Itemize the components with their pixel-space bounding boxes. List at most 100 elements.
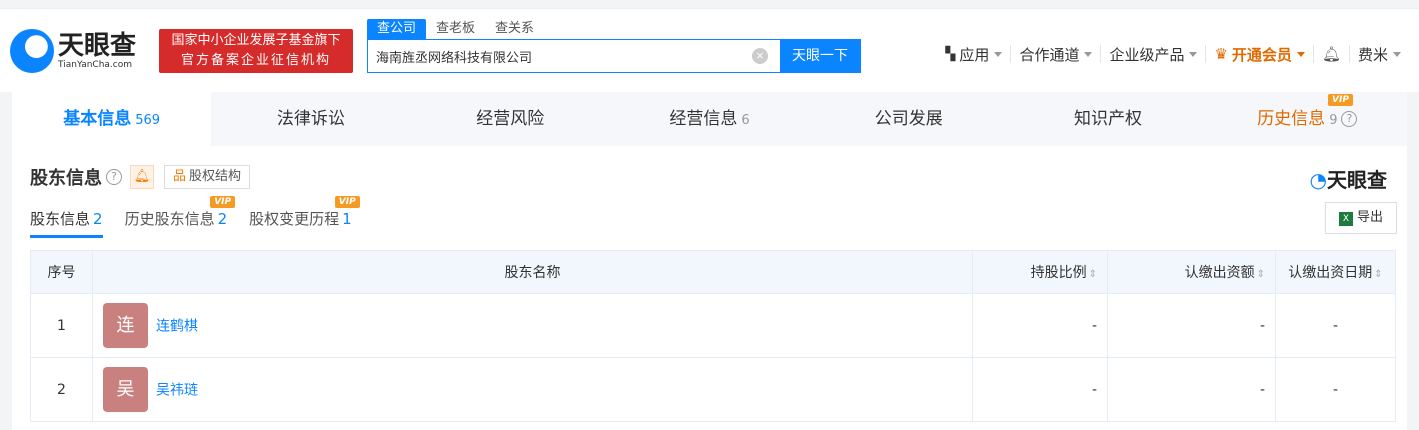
nav-partner[interactable]: 合作通道 (1011, 45, 1102, 64)
tab-operation[interactable]: 经营信息 6 (610, 92, 809, 146)
help-icon[interactable]: ? (106, 169, 122, 185)
grid-icon: ▚ (945, 46, 956, 62)
col-amount[interactable]: 认缴出资额 ⇕ (1107, 250, 1276, 294)
help-icon[interactable]: ? (1341, 111, 1358, 127)
tab-count: 9 (1329, 113, 1338, 128)
equity-structure-button[interactable]: 品股权结构 (164, 165, 251, 189)
chevron-down-icon (1296, 51, 1305, 61)
logo-text: 天眼查 (58, 31, 137, 61)
clear-icon[interactable]: × (752, 48, 768, 64)
avatar: 吴 (103, 367, 148, 412)
search-input[interactable] (368, 40, 752, 72)
tab-label: 历史信息 (1257, 109, 1326, 129)
tab-basic-info[interactable]: 基本信息 569 (12, 92, 212, 146)
avatar: 连 (103, 303, 148, 348)
subtab-count: 1 (342, 210, 352, 228)
tab-label: 法律诉讼 (276, 109, 345, 129)
button-label: 股权结构 (189, 169, 242, 184)
row-index: 1 (30, 293, 93, 358)
tab-count: 6 (741, 113, 750, 128)
tab-ip[interactable]: 知识产权 (1008, 92, 1207, 146)
sub-tabs: 股东信息 2 VIP 历史股东信息 2 VIP 股权变更历程 1 (30, 196, 374, 238)
nav-label: 开通会员 (1231, 45, 1292, 64)
search-button[interactable]: 天眼一下 (780, 40, 860, 72)
subtab-equity-changes[interactable]: VIP 股权变更历程 1 (249, 196, 360, 238)
tab-development[interactable]: 公司发展 (809, 92, 1008, 146)
export-button[interactable]: X 导出 (1325, 202, 1397, 234)
search-tab-boss[interactable]: 查老板 (426, 19, 485, 39)
header-label: 认缴出资日期 (1288, 265, 1373, 281)
sort-icon: ⇕ (1256, 269, 1265, 280)
tab-label: 公司发展 (874, 109, 943, 129)
search-tabs: 查公司 查老板 查关系 (367, 19, 544, 39)
tab-history[interactable]: VIP 历史信息 9? (1208, 92, 1407, 146)
table-row: 2 吴吴祎琏 - - - (30, 357, 1396, 422)
col-name: 股东名称 (92, 250, 973, 294)
date-cell: - (1275, 293, 1396, 358)
hierarchy-icon: 品 (173, 169, 187, 184)
subtab-shareholders[interactable]: 股东信息 2 (30, 208, 103, 238)
top-header: 天眼查 TianYanCha.com 国家中小企业发展子基金旗下 官方备案企业征信机… (0, 8, 1419, 92)
sort-icon: ⇕ (1374, 269, 1383, 280)
subtab-label: 股权变更历程 (249, 210, 340, 228)
header-label: 认缴出资额 (1184, 265, 1255, 281)
chevron-down-icon (1189, 51, 1198, 61)
ratio-cell: - (972, 293, 1108, 358)
notification-button[interactable]: 🔔︎ (1314, 45, 1350, 63)
main-tabs: 基本信息 569 法律诉讼 经营风险 经营信息 6 公司发展 知识产权 VIP 历史信… (12, 92, 1407, 146)
nav-label: 企业级产品 (1109, 45, 1185, 64)
section-header: 股东信息 ? 🔔︎ 品股权结构 (30, 164, 251, 190)
nav-membership[interactable]: ♛ 开通会员 (1206, 45, 1314, 64)
col-date[interactable]: 认缴出资日期 ⇕ (1275, 250, 1396, 294)
top-nav: ▚ 应用 合作通道 企业级产品 ♛ 开通会员 🔔︎ 费米 (937, 45, 1409, 64)
brand-text: 天眼查 (1327, 168, 1387, 192)
nav-label: 合作通道 (1019, 45, 1080, 64)
tab-label: 经营信息 (669, 109, 738, 129)
chevron-down-icon (1084, 51, 1093, 61)
sort-icon: ⇕ (1088, 269, 1097, 280)
tab-label: 基本信息 (63, 109, 132, 129)
logo-icon: ◔ (1309, 168, 1327, 192)
shareholder-link[interactable]: 连鹤棋 (156, 319, 198, 335)
tab-count: 569 (135, 113, 161, 128)
tab-label: 知识产权 (1074, 109, 1143, 129)
crown-icon: ♛ (1214, 45, 1228, 63)
col-index: 序号 (30, 250, 93, 294)
tab-legal[interactable]: 法律诉讼 (211, 92, 410, 146)
subtab-history-shareholders[interactable]: VIP 历史股东信息 2 (124, 196, 236, 238)
col-ratio[interactable]: 持股比例 ⇕ (972, 250, 1108, 294)
subtab-label: 历史股东信息 (124, 210, 215, 228)
subtab-label: 股东信息 (30, 210, 91, 228)
nav-user[interactable]: 费米 (1350, 45, 1409, 64)
badge-line2: 官方备案企业征信机构 (180, 53, 331, 68)
amount-cell: - (1107, 293, 1276, 358)
chevron-down-icon (1393, 51, 1401, 61)
header-label: 持股比例 (1030, 265, 1087, 281)
vip-badge: VIP (1328, 94, 1353, 106)
nav-label: 应用 (959, 45, 990, 64)
nav-apps[interactable]: ▚ 应用 (937, 45, 1012, 64)
excel-icon: X (1338, 212, 1353, 226)
brand-logo: ◔天眼查 (1310, 164, 1387, 193)
bell-icon: 🔔︎ (1321, 45, 1341, 63)
logo[interactable]: 天眼查 TianYanCha.com (10, 29, 136, 73)
user-name: 费米 (1357, 45, 1388, 64)
monitor-bell-button[interactable]: 🔔︎ (130, 165, 154, 189)
search-box: × 天眼一下 (367, 39, 861, 73)
section-title: 股东信息 (30, 168, 102, 189)
subtab-count: 2 (93, 210, 103, 228)
shareholder-link[interactable]: 吴祎琏 (156, 383, 198, 399)
search-tab-company[interactable]: 查公司 (367, 19, 427, 39)
button-label: 导出 (1356, 210, 1383, 225)
row-index: 2 (30, 357, 93, 422)
tab-risk[interactable]: 经营风险 (411, 92, 610, 146)
amount-cell: - (1107, 357, 1276, 422)
search-tab-relation[interactable]: 查关系 (485, 19, 544, 39)
subtab-count: 2 (217, 210, 228, 228)
nav-enterprise[interactable]: 企业级产品 (1101, 45, 1207, 64)
badge-line1: 国家中小企业发展子基金旗下 (171, 33, 341, 48)
ratio-cell: - (972, 357, 1108, 422)
shareholder-table: 序号 股东名称 持股比例 ⇕ 认缴出资额 ⇕ 认缴出资日期 ⇕ 1 连连鹤棋 - - … (30, 250, 1396, 422)
logo-domain: TianYanCha.com (58, 60, 133, 70)
table-header: 序号 股东名称 持股比例 ⇕ 认缴出资额 ⇕ 认缴出资日期 ⇕ (30, 250, 1396, 294)
